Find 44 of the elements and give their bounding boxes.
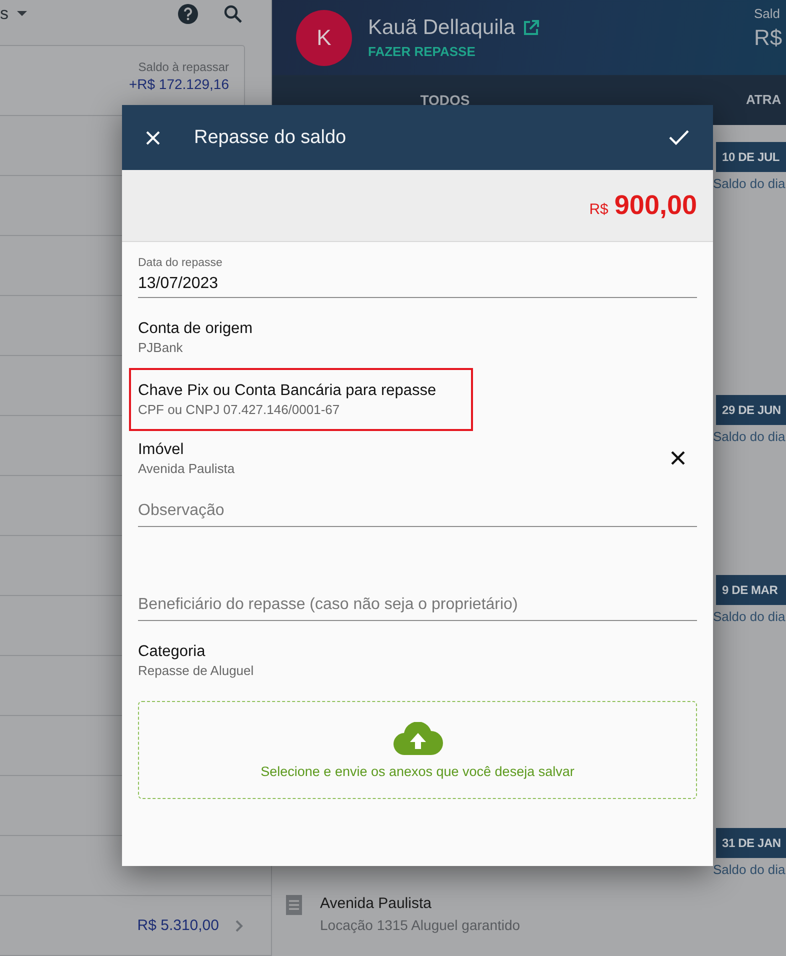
amount-text: R$ 5.310,00 [137,917,219,934]
currency-symbol: R$ [589,201,608,218]
date-header: 10 DE JUL [716,142,786,172]
date-header: 29 DE JUN [716,395,786,425]
field-value: Repasse de Aluguel [138,662,255,678]
balance-value: +R$ 172.129,16 [128,76,229,92]
clear-icon[interactable] [671,451,685,465]
day-balance-label: Saldo do dia [713,176,786,191]
help-icon[interactable] [177,3,199,26]
field-value: CPF ou CNPJ 07.427.146/0001-67 [138,402,341,417]
date-header: 31 DE JAN [716,828,786,858]
transfer-amount: 900,00 [614,190,697,221]
field-value: PJBank [138,340,184,354]
field-label: Categoria [138,642,206,660]
field-value: Avenida Paulista [138,460,236,476]
field-label: Chave Pix ou Conta Bancária para repasse [138,382,438,400]
cloud-upload-icon [392,722,442,756]
caret-icon[interactable] [16,11,26,18]
tab[interactable]: ATRA [746,75,782,125]
dropdown-label[interactable]: s [0,4,8,24]
external-link-icon[interactable] [523,20,540,36]
balance-label: Sald [754,6,780,21]
field-label: Conta de origem [138,320,254,338]
document-icon [286,895,302,915]
balance-value: R$ [754,25,782,51]
day-balance-label: Saldo do dia [713,429,786,444]
dialog-title: Repasse do saldo [194,126,346,148]
balance-label: Saldo à repassar [138,60,229,74]
search-icon[interactable] [223,4,243,24]
client-name: Kauã Dellaquila [368,16,516,40]
entry-title: Avenida Paulista [320,895,432,912]
check-icon[interactable] [669,130,689,145]
text-field[interactable]: Beneficiário do repasse (caso não seja o proprietário) [138,585,697,621]
date-header: 9 DE MAR [716,575,786,605]
entry-subtitle: Locação 1315 Aluguel garantido [320,917,520,933]
day-balance-label: Saldo do dia [713,862,786,877]
upload-area[interactable]: Selecione e envie os anexos que você deseja salvar [138,701,697,799]
transfer-link[interactable]: FAZER REPASSE [368,44,540,59]
close-icon[interactable] [146,130,160,144]
text-field[interactable]: Observação [138,491,697,527]
avatar: K [296,10,352,66]
field-label: Imóvel [138,440,185,458]
day-balance-label: Saldo do dia [713,609,786,624]
date-field[interactable]: Data do repasse 13/07/2023 [138,254,697,298]
